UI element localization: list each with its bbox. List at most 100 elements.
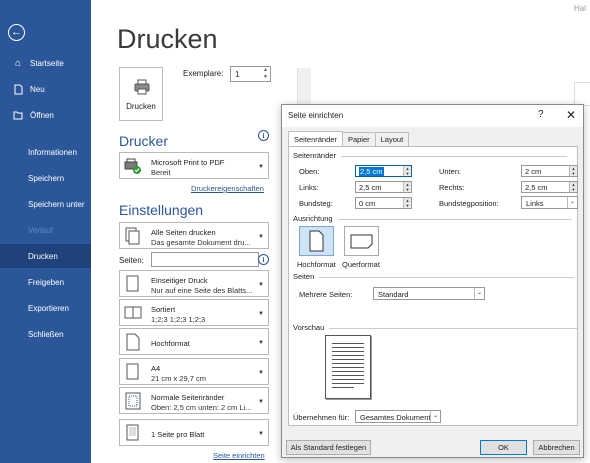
gutter-input[interactable]: 0 cm ▲ ▼ xyxy=(355,197,412,209)
page-per-sheet-icon xyxy=(126,424,139,441)
right-margin-input[interactable]: 2,5 cm ▲ ▼ xyxy=(521,181,578,193)
tab-seitenraender[interactable]: Seitenränder xyxy=(288,131,343,146)
cancel-button[interactable]: Abbrechen xyxy=(533,440,580,455)
right-margin-label: Rechts: xyxy=(439,183,465,192)
set-default-button[interactable]: Als Standard festlegen xyxy=(286,440,371,455)
gutter-position-select[interactable]: Links ⌄ xyxy=(521,196,578,209)
duplex-select[interactable]: Einseitiger Druck Nur auf eine Seite des… xyxy=(119,270,269,297)
printer-properties-link[interactable]: Druckereigenschaften xyxy=(191,184,264,193)
pages-icon xyxy=(125,227,140,245)
preview-page-edge xyxy=(574,82,590,106)
setting-line2: Das gesamte Dokument dru... xyxy=(151,238,251,247)
info-icon[interactable]: i xyxy=(258,130,269,141)
setting-line2: Nur auf eine Seite des Blatts... xyxy=(151,286,253,295)
pages-label: Seiten: xyxy=(119,256,144,265)
margins-select[interactable]: Normale Seitenränder Oben: 2,5 cm unten:… xyxy=(119,387,269,414)
spinner-icon[interactable]: ▲ ▼ xyxy=(403,166,411,176)
printer-select[interactable]: Microsoft Print to PDF Bereit ▼ xyxy=(119,152,269,179)
bottom-margin-label: Unten: xyxy=(439,167,462,176)
portrait-icon xyxy=(126,333,140,351)
portrait-option[interactable] xyxy=(299,226,334,256)
portrait-label: Hochformat xyxy=(297,260,336,269)
bottom-margin-input[interactable]: 2 cm ▲ ▼ xyxy=(521,165,578,177)
sidebar-item-neu[interactable]: Neu xyxy=(0,77,91,101)
page-preview xyxy=(325,335,371,399)
copies-spinner-icon[interactable]: ▲ ▼ xyxy=(263,67,268,81)
collation-select[interactable]: Sortiert 1;2;3 1;2;3 1;2;3 ▼ xyxy=(119,299,269,326)
close-icon[interactable]: ✕ xyxy=(566,108,576,122)
chevron-down-icon: ▼ xyxy=(258,399,264,405)
page-setup-link[interactable]: Seite einrichten xyxy=(213,451,265,460)
copies-input[interactable]: 1 ▲ ▼ xyxy=(230,66,271,82)
sidebar-item-speichern[interactable]: Speichern xyxy=(0,166,91,190)
left-margin-input[interactable]: 2,5 cm ▲ ▼ xyxy=(355,181,412,193)
left-margin-label: Links: xyxy=(299,183,319,192)
print-button[interactable]: Drucken xyxy=(119,67,163,121)
chevron-down-icon: ⌄ xyxy=(430,411,440,422)
info-icon[interactable]: i xyxy=(258,254,269,265)
tab-papier[interactable]: Papier xyxy=(341,132,376,146)
sidebar-item-oeffnen[interactable]: Öffnen xyxy=(0,103,91,127)
landscape-option[interactable] xyxy=(344,226,379,256)
user-name-fragment: Hal xyxy=(573,4,586,13)
help-icon[interactable]: ? xyxy=(538,109,544,120)
sidebar-item-label: Verlauf xyxy=(28,225,53,235)
printer-status: Bereit xyxy=(151,168,171,177)
sidebar-item-label: Drucken xyxy=(28,251,58,261)
sidebar-item-schliessen[interactable]: Schließen xyxy=(0,322,91,346)
back-arrow-icon[interactable]: ← xyxy=(8,24,25,41)
print-button-label: Drucken xyxy=(126,102,156,111)
printer-name: Microsoft Print to PDF xyxy=(151,158,225,167)
setting-line2: 21 cm x 29,7 cm xyxy=(151,374,207,383)
page-title: Drucken xyxy=(117,24,218,54)
chevron-down-icon: ▼ xyxy=(258,164,264,170)
sidebar-item-freigeben[interactable]: Freigeben xyxy=(0,270,91,294)
gutter-position-label: Bundstegposition: xyxy=(439,199,499,208)
chevron-down-icon: ⌄ xyxy=(474,288,484,299)
pages-input[interactable] xyxy=(151,252,259,267)
sidebar-item-label: Neu xyxy=(30,84,45,94)
setting-line1: Sortiert xyxy=(151,305,176,314)
sidebar-item-exportieren[interactable]: Exportieren xyxy=(0,296,91,320)
spinner-icon[interactable]: ▲ ▼ xyxy=(403,198,411,208)
apply-to-select[interactable]: Gesamtes Dokument ⌄ xyxy=(355,410,441,423)
home-icon: ⌂ xyxy=(14,57,22,69)
backstage-sidebar: ← ⌂ Startseite Neu Öffnen Informationen … xyxy=(0,0,91,463)
top-margin-label: Oben: xyxy=(299,167,320,176)
sidebar-item-label: Exportieren xyxy=(28,303,69,313)
sidebar-item-drucken[interactable]: Drucken xyxy=(0,244,91,268)
pages-per-sheet-select[interactable]: 1 Seite pro Blatt ▼ xyxy=(119,419,269,446)
orientation-group-label: Ausrichtung xyxy=(293,214,572,223)
gutter-label: Bundsteg: xyxy=(299,199,333,208)
sidebar-item-informationen[interactable]: Informationen xyxy=(0,140,91,164)
orientation-select[interactable]: Hochformat ▼ xyxy=(119,328,269,355)
dialog-tabs: Seitenränder Papier Layout xyxy=(288,131,410,146)
printer-heading: Drucker xyxy=(119,133,169,149)
landscape-label: Querformat xyxy=(342,260,380,269)
spinner-icon[interactable]: ▲ ▼ xyxy=(569,166,577,176)
tab-layout[interactable]: Layout xyxy=(374,132,410,146)
setting-line1: Normale Seitenränder xyxy=(151,393,225,402)
portrait-page-icon xyxy=(309,230,324,252)
print-range-select[interactable]: Alle Seiten drucken Das gesamte Dokument… xyxy=(119,222,269,249)
pages-group-label: Seiten xyxy=(293,272,575,281)
setting-line1: Einseitiger Druck xyxy=(151,276,208,285)
sidebar-item-label: Schließen xyxy=(28,329,64,339)
spinner-icon[interactable]: ▲ ▼ xyxy=(403,182,411,192)
settings-heading: Einstellungen xyxy=(119,202,204,218)
ok-button[interactable]: OK xyxy=(480,440,527,455)
sidebar-item-label: Informationen xyxy=(28,147,77,157)
multiple-pages-select[interactable]: Standard ⌄ xyxy=(373,287,485,300)
setting-line1: A4 xyxy=(151,364,161,373)
top-margin-input[interactable]: 2,5 cm ▲ ▼ xyxy=(355,165,412,177)
sidebar-item-speichern-unter[interactable]: Speichern unter xyxy=(0,192,91,216)
setting-line1: Hochformat xyxy=(151,339,190,348)
tab-panel: Seitenränder Oben: 2,5 cm ▲ ▼ Unten: 2 cm ▲… xyxy=(288,146,578,426)
sidebar-item-verlauf: Verlauf xyxy=(0,218,91,242)
sidebar-item-startseite[interactable]: ⌂ Startseite xyxy=(0,51,91,75)
chevron-down-icon: ▼ xyxy=(258,234,264,240)
apply-to-label: Übernehmen für: xyxy=(293,413,350,422)
preview-group-label: Vorschau xyxy=(293,323,578,332)
paper-size-select[interactable]: A4 21 cm x 29,7 cm ▼ xyxy=(119,358,269,385)
spinner-icon[interactable]: ▲ ▼ xyxy=(569,182,577,192)
